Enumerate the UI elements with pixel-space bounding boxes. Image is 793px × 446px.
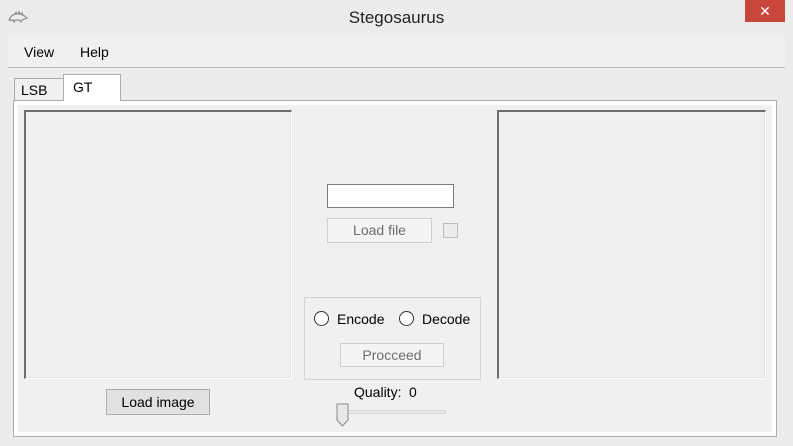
proceed-button[interactable]: Procceed	[340, 343, 444, 367]
decode-label[interactable]: Decode	[422, 310, 470, 328]
menu-divider	[8, 67, 785, 68]
close-icon: ✕	[759, 3, 771, 19]
menu-help[interactable]: Help	[80, 37, 109, 67]
tab-lsb[interactable]: LSB	[14, 78, 64, 100]
slider-thumb-icon[interactable]	[336, 403, 349, 427]
source-image-box	[24, 110, 292, 379]
tab-gt[interactable]: GT	[63, 74, 121, 101]
file-path-input[interactable]	[327, 184, 454, 208]
load-file-button[interactable]: Load file	[327, 218, 432, 243]
window-title: Stegosaurus	[348, 8, 445, 27]
close-button[interactable]: ✕	[745, 0, 785, 22]
decode-radio[interactable]	[399, 311, 414, 326]
quality-value: 0	[409, 384, 417, 400]
menu-view[interactable]: View	[24, 37, 54, 67]
quality-slider-track[interactable]	[342, 410, 446, 414]
load-image-button[interactable]: Load image	[106, 389, 210, 415]
quality-label: Quality:	[354, 384, 402, 400]
load-file-checkbox[interactable]	[443, 223, 458, 238]
encode-label[interactable]: Encode	[337, 310, 384, 328]
encode-radio[interactable]	[314, 311, 329, 326]
result-image-box	[497, 110, 766, 379]
menu-bar: View Help	[8, 37, 785, 67]
